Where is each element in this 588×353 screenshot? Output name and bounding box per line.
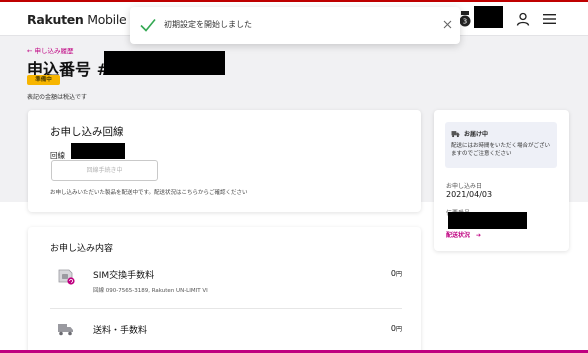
toast-notification: 初期設定を開始しました (130, 7, 460, 44)
close-icon[interactable] (443, 20, 452, 29)
svg-text:3: 3 (463, 18, 467, 26)
line-card-title: お申し込み回線 (50, 126, 124, 138)
truck-icon (451, 131, 460, 138)
notice-title: お届け中 (464, 131, 489, 138)
redacted-block (474, 6, 503, 28)
menu-icon[interactable] (543, 13, 556, 25)
item-price: 0円 (390, 324, 402, 333)
sim-icon (58, 269, 75, 285)
redacted-block (448, 212, 527, 229)
tax-note: 表記の金額は税込です (27, 94, 88, 101)
item-detail: 回線 090-7565-3189, Rakuten UN-LIMIT VI (93, 288, 208, 294)
truck-icon (58, 324, 73, 336)
line-switch-button[interactable]: 回線手続き中 (51, 160, 158, 181)
delivery-note: お申し込みいただいた製品を配送中です。配送状況はこちらからご確認ください (50, 190, 248, 196)
back-to-history-link[interactable]: ← 申し込み履歴 (27, 45, 74, 55)
user-icon[interactable] (516, 12, 530, 26)
redacted-block (104, 51, 225, 75)
order-date-label: お申し込み日 (446, 183, 483, 190)
contents-card-title: お申し込み内容 (50, 244, 114, 254)
arrow-right-icon: ➔ (476, 232, 482, 239)
list-item: SIM交換手数料 回線 090-7565-3189, Rakuten UN-LI… (50, 262, 402, 309)
rakuten-mobile-logo[interactable]: Rakuten Mobile (27, 12, 127, 27)
item-price: 0円 (390, 269, 402, 278)
delivery-notice: お届け中 配送にはお時間をいただく場合がございますのでご注意ください (445, 122, 557, 168)
status-badge: 準備中 (27, 75, 60, 85)
order-date-value: 2021/04/03 (446, 190, 493, 199)
check-icon (140, 18, 156, 32)
badge-icon[interactable]: 3 (458, 11, 472, 27)
item-name: 送料・手数料 (93, 326, 148, 336)
list-item: 送料・手数料 0円 (50, 319, 402, 345)
delivery-status-link[interactable]: 配送状況 ➔ (446, 230, 481, 239)
toast-message: 初期設定を開始しました (164, 20, 252, 29)
contents-card: お申し込み内容 SIM交換手数料 回線 090-7565-3189, Rakut… (28, 227, 421, 353)
line-card: お申し込み回線 回線 回線手続き中 お申し込みいただいた製品を配送中です。配送状… (28, 110, 421, 212)
delivery-status-card: お届け中 配送にはお時間をいただく場合がございますのでご注意ください お申し込み… (434, 110, 569, 251)
redacted-block (71, 143, 125, 159)
item-name: SIM交換手数料 (93, 271, 155, 281)
notice-body: 配送にはお時間をいただく場合がございますのでご注意ください (451, 143, 551, 157)
